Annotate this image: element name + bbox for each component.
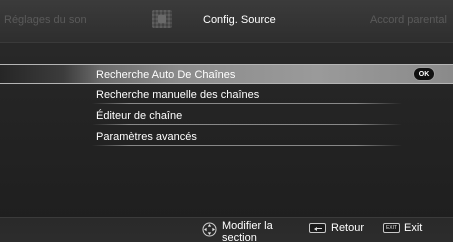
menu-footer: Modifier la section Retour EXIT Exit: [0, 217, 453, 242]
footer-divider: [0, 217, 453, 218]
menu-item-auto-channel-search[interactable]: Recherche Auto De Chaînes OK: [0, 64, 453, 84]
menu-header: Réglages du son Config. Source Accord pa…: [0, 0, 453, 42]
ok-button-icon: OK: [413, 67, 435, 81]
menu-item-label: Recherche Auto De Chaînes: [96, 69, 236, 81]
source-input-icon: [152, 10, 172, 28]
tab-parental-control[interactable]: Accord parental: [370, 13, 447, 27]
header-divider: [0, 42, 453, 43]
exit-key-icon: EXIT: [383, 223, 400, 233]
menu-item-channel-editor[interactable]: Éditeur de chaîne: [0, 106, 453, 125]
tab-source-config[interactable]: Config. Source: [203, 13, 276, 27]
back-arrow-icon: [309, 223, 326, 233]
tv-menu-screen: Réglages du son Config. Source Accord pa…: [0, 0, 453, 242]
menu-item-advanced-settings[interactable]: Paramètres avancés: [0, 127, 453, 146]
menu-separator: [92, 103, 402, 104]
menu-item-label: Recherche manuelle des chaînes: [96, 89, 260, 101]
menu-separator: [92, 124, 402, 125]
menu-separator: [92, 145, 402, 146]
navigation-dpad-icon: [202, 222, 217, 237]
tab-sound-settings[interactable]: Réglages du son: [4, 13, 87, 27]
footer-modify-section-label: Modifier la section: [222, 220, 273, 242]
menu-item-label: Éditeur de chaîne: [96, 110, 183, 122]
footer-back-label[interactable]: Retour: [331, 222, 364, 235]
footer-exit-label[interactable]: Exit: [404, 222, 422, 235]
menu-item-label: Paramètres avancés: [96, 131, 197, 143]
menu-item-manual-channel-search[interactable]: Recherche manuelle des chaînes: [0, 85, 453, 104]
